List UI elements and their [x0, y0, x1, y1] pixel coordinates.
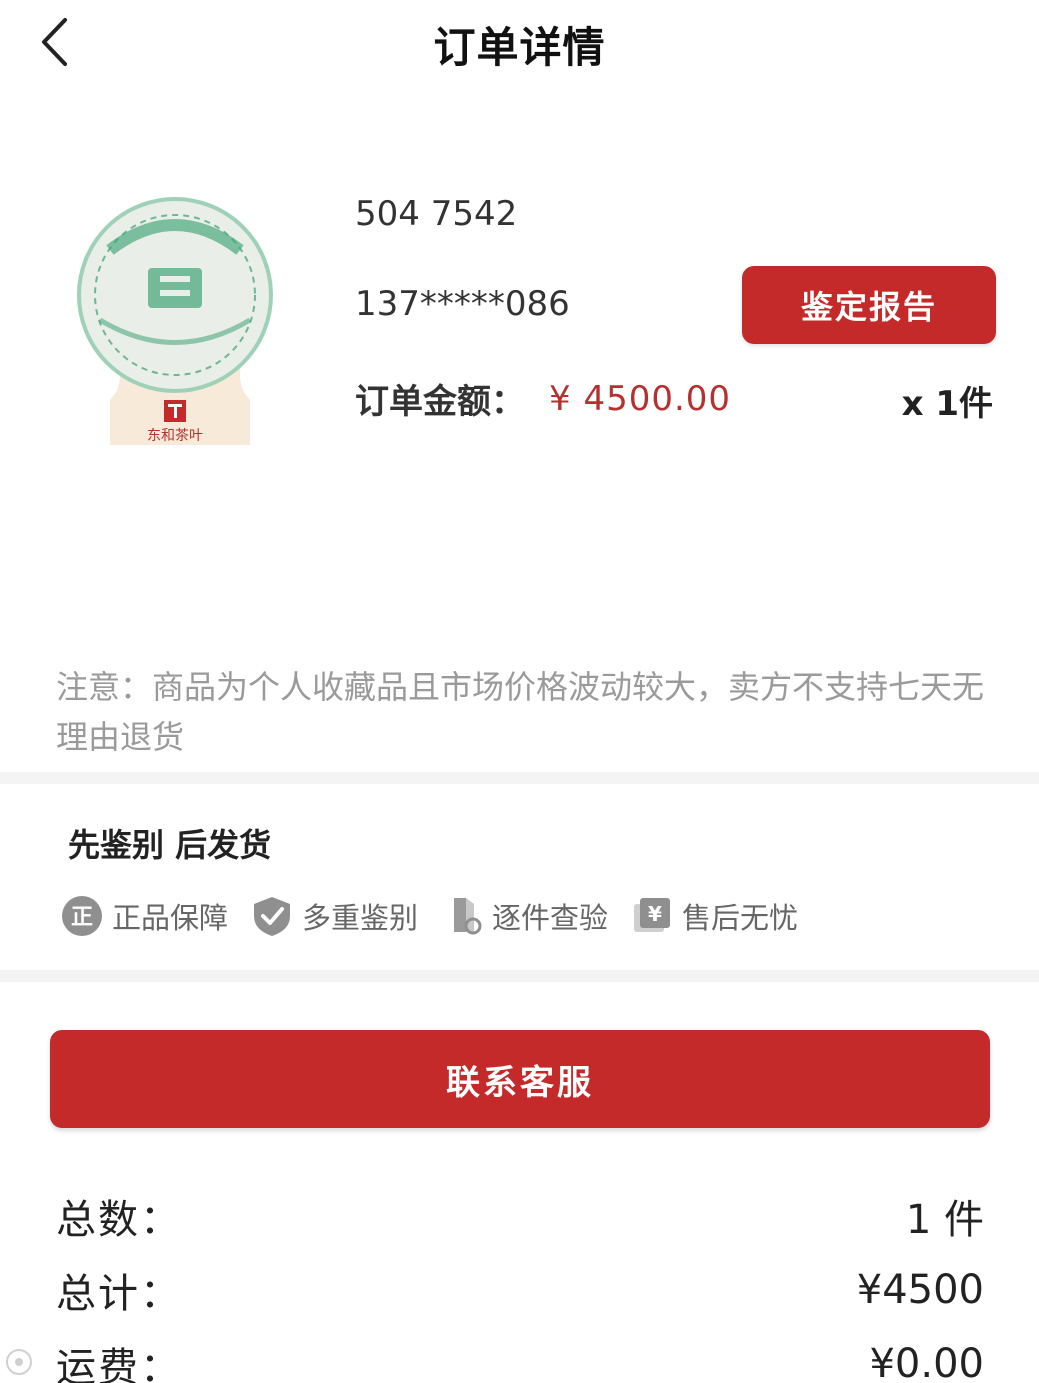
- shipping-value: ¥0.00: [869, 1341, 984, 1383]
- seller-phone: 137*****086: [355, 284, 570, 324]
- watermark: [4, 1344, 144, 1380]
- svg-text:¥: ¥: [648, 902, 662, 926]
- product-image[interactable]: 东和茶叶: [70, 190, 280, 460]
- amount-label: 订单金额：: [355, 382, 525, 422]
- guarantee-section: 先鉴别 后发货 正 正品保障 多重鉴别 逐件查验 ¥ 售后无忧: [0, 790, 1039, 968]
- section-divider: [0, 772, 1039, 784]
- header-bar: 订单详情: [0, 0, 1039, 90]
- watermark-logo-icon: [6, 1349, 32, 1375]
- authentic-icon: 正: [60, 894, 104, 938]
- svg-text:正: 正: [71, 905, 93, 930]
- brand-label: 东和茶叶: [147, 428, 203, 444]
- guarantee-badges: 正 正品保障 多重鉴别 逐件查验 ¥ 售后无忧: [60, 894, 820, 938]
- yen-receipt-icon: ¥: [630, 894, 674, 938]
- badge-inspect: 逐件查验: [440, 894, 608, 938]
- inspect-icon: [440, 894, 484, 938]
- badge-multi-check: 多重鉴别: [250, 894, 418, 938]
- badge-authentic: 正 正品保障: [60, 894, 228, 938]
- page-title: 订单详情: [433, 23, 606, 72]
- badge-label: 多重鉴别: [302, 901, 419, 935]
- guarantee-title: 先鉴别 后发货: [68, 826, 272, 864]
- badge-label: 逐件查验: [492, 901, 609, 935]
- count-label: 总数：: [56, 1197, 182, 1243]
- check-shield-icon: [250, 894, 294, 938]
- badge-after-sale: ¥ 售后无忧: [630, 894, 798, 938]
- total-value: ¥4500: [856, 1267, 984, 1313]
- summary-total-row: 总计： ¥4500: [56, 1260, 984, 1320]
- product-code: 504 7542: [355, 194, 518, 234]
- badge-label: 售后无忧: [682, 901, 799, 935]
- summary-shipping-row: 运费： ¥0.00: [56, 1334, 984, 1383]
- summary-count-row: 总数： 1 件: [56, 1186, 984, 1246]
- amount-value: ¥ 4500.00: [549, 378, 732, 419]
- section-divider: [0, 970, 1039, 982]
- badge-label: 正品保障: [112, 901, 229, 935]
- product-card: 东和茶叶 504 7542 137*****086 鉴定报告 订单金额： ¥ 4…: [0, 170, 1039, 490]
- count-value: 1 件: [905, 1197, 984, 1243]
- appraisal-report-button[interactable]: 鉴定报告: [742, 266, 996, 344]
- contact-support-button[interactable]: 联系客服: [50, 1030, 990, 1128]
- order-amount: 订单金额： ¥ 4500.00: [355, 374, 731, 423]
- return-policy-notice: 注意：商品为个人收藏品且市场价格波动较大，卖方不支持七天无理由退货: [56, 668, 985, 756]
- quantity: x 1件: [901, 384, 993, 424]
- total-label: 总计：: [56, 1271, 182, 1317]
